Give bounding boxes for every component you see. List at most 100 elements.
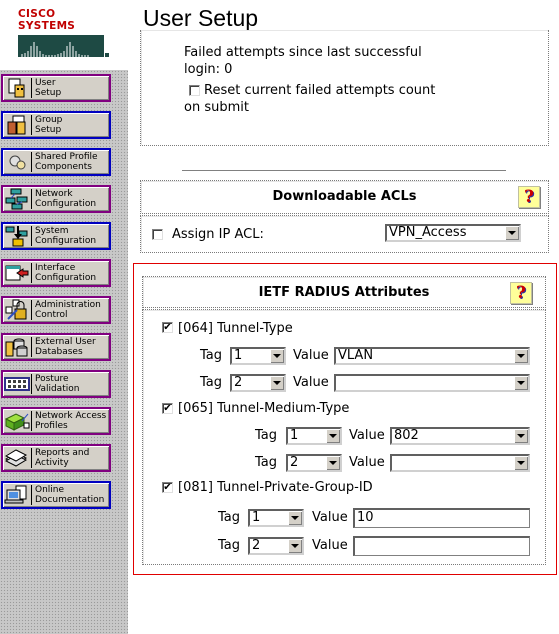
sidebar-item-label: Shared Profile Components (35, 152, 98, 172)
tunnel-private-group-id-value1-input[interactable]: 10 (353, 508, 530, 528)
chevron-down-icon[interactable] (326, 429, 340, 443)
tag-label: Tag (255, 428, 278, 443)
sidebar-item-label: Reports and Activity (35, 448, 90, 468)
select-value: 2 (290, 455, 299, 470)
value-label: Value (293, 348, 329, 363)
assign-ip-acl-checkbox[interactable] (152, 229, 163, 240)
help-icon[interactable]: ? (518, 186, 540, 208)
sidebar: User Setup Group Setup Shared Profile Co… (0, 70, 128, 634)
account-status-panel: Failed attempts since last successful lo… (140, 30, 549, 146)
downloadable-acls-header: Downloadable ACLs ? (140, 180, 549, 214)
tunnel-medium-type-label: [065] Tunnel-Medium-Type (178, 401, 350, 416)
interface-configuration-icon (3, 261, 31, 285)
section-divider (182, 170, 506, 172)
sidebar-item-online-documentation[interactable]: Online Documentation (1, 481, 111, 509)
chevron-down-icon[interactable] (514, 429, 528, 443)
select-value: 802 (394, 428, 419, 443)
sidebar-item-interface-configuration[interactable]: Interface Configuration (1, 259, 111, 287)
logo-bars-icon (18, 35, 109, 57)
sidebar-item-network-configuration[interactable]: Network Configuration (1, 185, 111, 213)
sidebar-item-reports-and-activity[interactable]: Reports and Activity (1, 444, 111, 472)
tunnel-private-group-id-tag1-select[interactable]: 1 (248, 509, 304, 527)
administration-control-icon (3, 298, 31, 322)
sidebar-item-label: System Configuration (35, 226, 97, 246)
chevron-down-icon[interactable] (270, 376, 284, 390)
select-value: 1 (234, 348, 243, 363)
network-configuration-icon (3, 187, 31, 211)
sidebar-item-label: Online Documentation (35, 485, 105, 505)
tunnel-medium-type-value2-select[interactable] (390, 454, 530, 472)
tag-label: Tag (218, 538, 241, 553)
ietf-radius-body: ✔ [064] Tunnel-Type Tag 1 Value VLAN Tag… (142, 309, 546, 565)
sidebar-item-label: External User Databases (35, 337, 96, 357)
select-value: 1 (252, 510, 261, 525)
tunnel-type-tag2-select[interactable]: 2 (230, 374, 286, 392)
sidebar-item-system-configuration[interactable]: System Configuration (1, 222, 111, 250)
value-label: Value (349, 428, 385, 443)
sidebar-item-label: Network Configuration (35, 189, 97, 209)
sidebar-item-shared-profile-components[interactable]: Shared Profile Components (1, 148, 111, 176)
posture-validation-icon (3, 372, 31, 396)
ietf-radius-header: IETF RADIUS Attributes ? (142, 276, 546, 308)
sidebar-item-external-user-databases[interactable]: External User Databases (1, 333, 111, 361)
ip-acl-select[interactable]: VPN_Access (385, 224, 521, 242)
reset-failed-attempts-checkbox[interactable] (189, 85, 200, 96)
reset-failed-attempts-label: Reset current failed attempts count (204, 83, 436, 98)
chevron-down-icon[interactable] (514, 349, 528, 363)
external-user-databases-icon (3, 335, 31, 359)
tunnel-medium-type-tag1-select[interactable]: 1 (286, 427, 342, 445)
online-documentation-icon (3, 483, 31, 507)
sidebar-item-label: Network Access Profiles (35, 411, 107, 431)
tag-label: Tag (200, 348, 223, 363)
downloadable-acls-title: Downloadable ACLs (272, 189, 417, 204)
assign-ip-acl-label: Assign IP ACL: (172, 227, 264, 242)
group-setup-icon (3, 113, 31, 137)
tunnel-private-group-id-tag2-select[interactable]: 2 (248, 537, 304, 555)
select-value: VLAN (338, 348, 374, 363)
sidebar-item-label: Posture Validation (35, 374, 80, 394)
sidebar-item-label: Administration Control (35, 300, 101, 320)
tunnel-medium-type-tag2-select[interactable]: 2 (286, 454, 342, 472)
logo-text: Cisco Systems (18, 8, 76, 32)
page-title: User Setup (143, 5, 259, 31)
select-value: 2 (234, 375, 243, 390)
chevron-down-icon[interactable] (270, 349, 284, 363)
chevron-down-icon[interactable] (514, 456, 528, 470)
tunnel-type-label: [064] Tunnel-Type (178, 321, 293, 336)
chevron-down-icon[interactable] (505, 226, 519, 240)
tag-label: Tag (255, 455, 278, 470)
chevron-down-icon[interactable] (514, 376, 528, 390)
sidebar-item-label: Group Setup (35, 115, 63, 135)
sidebar-item-label: User Setup (35, 78, 62, 98)
sidebar-item-posture-validation[interactable]: Posture Validation (1, 370, 111, 398)
sidebar-item-group-setup[interactable]: Group Setup (1, 111, 111, 139)
tunnel-type-checkbox[interactable]: ✔ (162, 322, 173, 333)
system-configuration-icon (3, 224, 31, 248)
ip-acl-selected-value: VPN_Access (389, 225, 467, 240)
failed-attempts-text: Failed attempts since last successful (184, 45, 422, 60)
tag-label: Tag (218, 510, 241, 525)
value-label: Value (312, 538, 348, 553)
tunnel-private-group-id-value2-input[interactable] (353, 536, 530, 556)
chevron-down-icon[interactable] (288, 539, 302, 553)
network-access-profiles-icon (3, 409, 31, 433)
tunnel-type-value1-select[interactable]: VLAN (334, 347, 530, 365)
sidebar-item-administration-control[interactable]: Administration Control (1, 296, 111, 324)
ietf-radius-title: IETF RADIUS Attributes (258, 285, 430, 300)
chevron-down-icon[interactable] (326, 456, 340, 470)
select-value: 2 (252, 538, 261, 553)
tunnel-type-tag1-select[interactable]: 1 (230, 347, 286, 365)
tunnel-medium-type-value1-select[interactable]: 802 (390, 427, 530, 445)
sidebar-item-network-access-profiles[interactable]: Network Access Profiles (1, 407, 111, 435)
value-label: Value (312, 510, 348, 525)
sidebar-item-label: Interface Configuration (35, 263, 97, 283)
help-icon[interactable]: ? (510, 282, 532, 304)
tunnel-type-value2-select[interactable] (334, 374, 530, 392)
sidebar-item-user-setup[interactable]: User Setup (1, 74, 111, 102)
shared-profile-icon (3, 150, 31, 174)
reset-failed-attempts-label-cont: on submit (184, 100, 249, 115)
downloadable-acls-body: Assign IP ACL: VPN_Access (140, 215, 549, 253)
tunnel-medium-type-checkbox[interactable]: ✔ (162, 403, 173, 414)
chevron-down-icon[interactable] (288, 511, 302, 525)
tunnel-private-group-id-checkbox[interactable]: ✔ (162, 482, 173, 493)
